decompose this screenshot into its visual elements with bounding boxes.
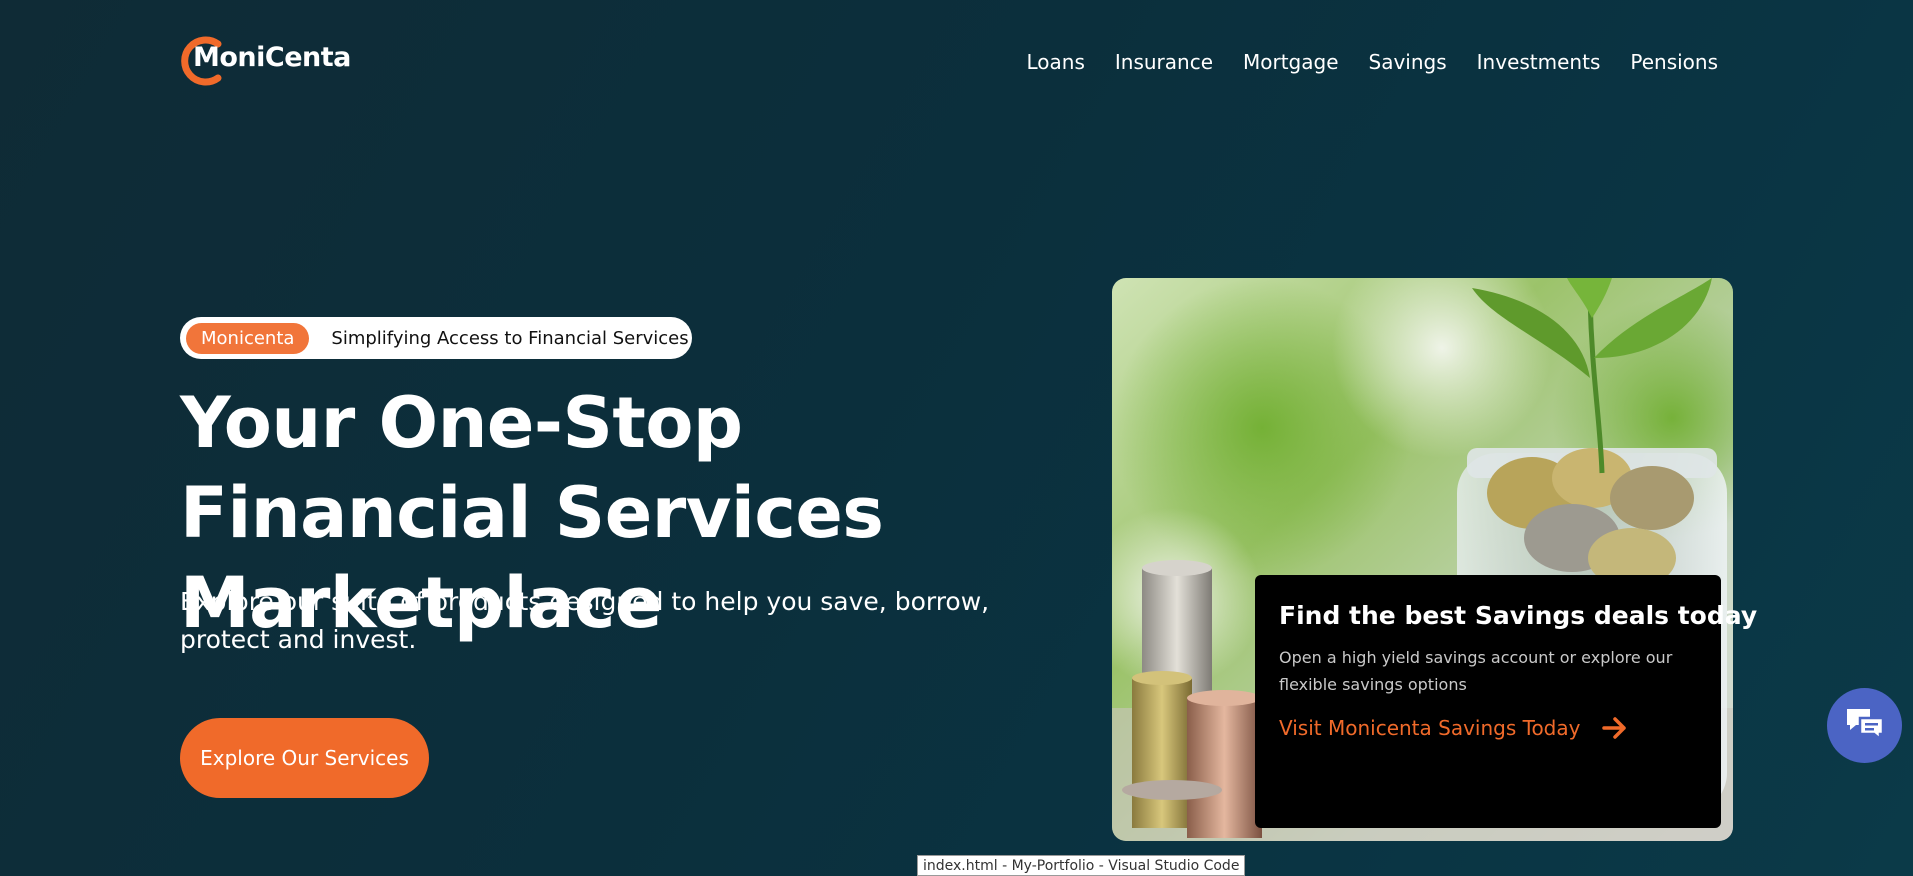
hero-tagline: Monicenta Simplifying Access to Financia… — [180, 317, 692, 359]
logo-text: MoniCenta — [193, 42, 351, 73]
hero-subtitle: Explore our suite of products designed t… — [180, 587, 990, 654]
promo-title: Find the best Savings deals today — [1279, 601, 1758, 630]
chat-widget-button[interactable] — [1827, 688, 1902, 763]
site-logo[interactable]: MoniCenta — [180, 34, 351, 86]
nav-item-insurance[interactable]: Insurance — [1115, 50, 1213, 74]
visit-savings-link[interactable]: Visit Monicenta Savings Today — [1279, 716, 1697, 740]
promo-description: Open a high yield savings account or exp… — [1279, 648, 1673, 694]
nav-item-investments[interactable]: Investments — [1477, 50, 1601, 74]
nav-item-mortgage[interactable]: Mortgage — [1243, 50, 1339, 74]
promo-link-label: Visit Monicenta Savings Today — [1279, 716, 1581, 740]
arrow-right-icon — [1602, 717, 1628, 739]
nav-item-loans[interactable]: Loans — [1026, 50, 1084, 74]
nav-item-savings[interactable]: Savings — [1369, 50, 1447, 74]
savings-promo-card: Find the best Savings deals today Open a… — [1255, 575, 1758, 828]
tagline-text: Simplifying Access to Financial Services — [331, 327, 689, 349]
tagline-badge: Monicenta — [186, 322, 310, 354]
window-title-tooltip: index.html - My-Portfolio - Visual Studi… — [917, 855, 1246, 876]
explore-services-button[interactable]: Explore Our Services — [180, 718, 429, 798]
nav-item-pensions[interactable]: Pensions — [1630, 50, 1718, 74]
chat-bubbles-icon — [1844, 706, 1886, 745]
main-nav: Loans Insurance Mortgage Savings Investm… — [1026, 50, 1718, 74]
